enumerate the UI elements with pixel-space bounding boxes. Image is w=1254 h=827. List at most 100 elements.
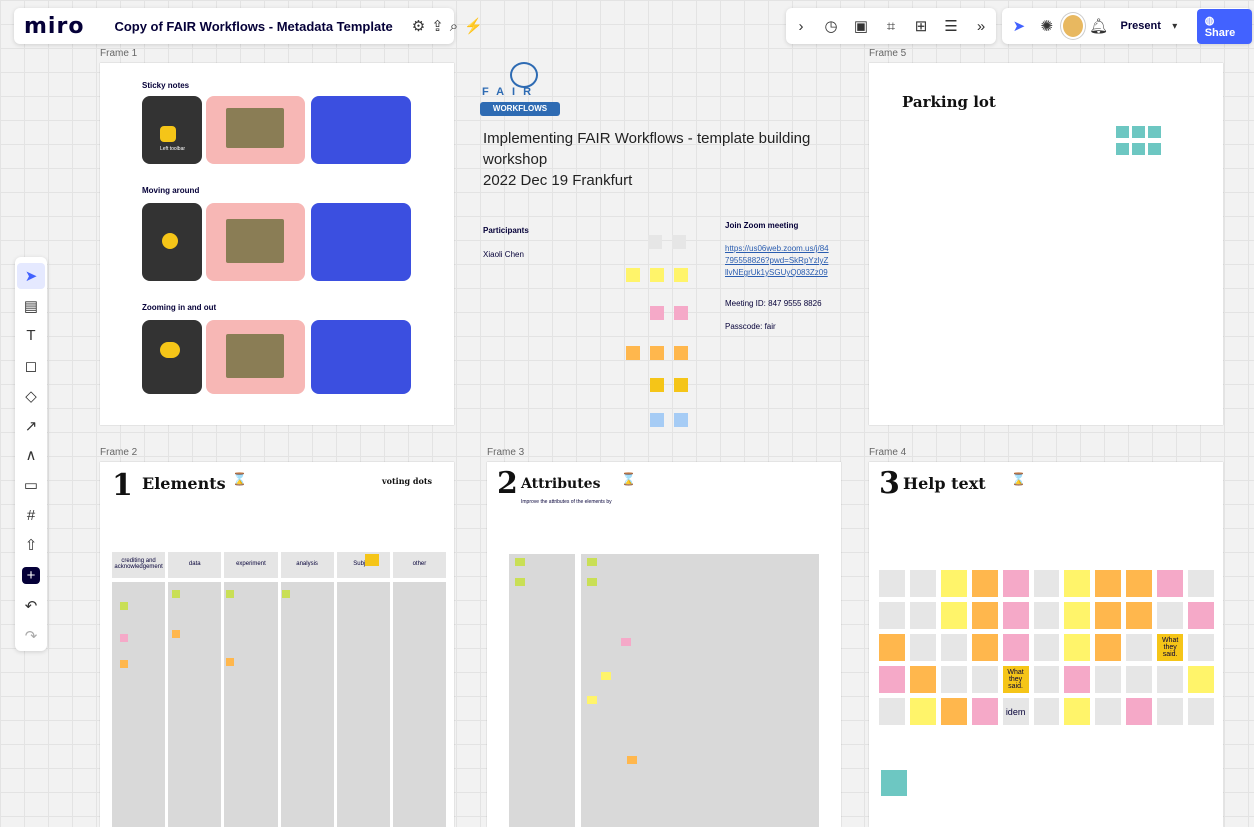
sticky-note[interactable] — [909, 602, 936, 629]
sticky-note[interactable] — [1064, 666, 1091, 693]
sticky-note[interactable] — [587, 578, 597, 586]
sticky-note[interactable] — [879, 634, 905, 661]
sticky-note[interactable] — [1033, 634, 1060, 661]
chevron-down-icon[interactable]: ▾ — [1164, 14, 1186, 38]
sticky-note[interactable] — [1126, 602, 1153, 629]
sticky-note[interactable] — [672, 235, 686, 249]
sticky-note[interactable] — [1126, 698, 1153, 725]
fair-workflows-logo[interactable]: FAIR WORKFLOWS — [480, 62, 564, 118]
sticky-note[interactable] — [971, 634, 998, 661]
sticky-note[interactable] — [587, 558, 597, 566]
sticky-note[interactable] — [1188, 698, 1214, 725]
sticky-note[interactable] — [1002, 602, 1029, 629]
sticky-note[interactable] — [674, 378, 688, 392]
sticky-note[interactable] — [172, 630, 180, 638]
sticky-note[interactable] — [120, 602, 128, 610]
sticky-note[interactable] — [1157, 570, 1184, 597]
sticky-note[interactable] — [1132, 126, 1145, 138]
sticky-note[interactable] — [226, 658, 234, 666]
sticky-note[interactable] — [587, 696, 597, 704]
sticky-note[interactable] — [881, 770, 907, 796]
frame-4[interactable]: 3 Help text ⌛ What they said. What they … — [869, 462, 1223, 827]
sticky-note[interactable] — [1095, 602, 1122, 629]
redo-icon[interactable]: ↷ — [17, 623, 45, 649]
sticky-note[interactable]: What they said. — [1157, 634, 1184, 661]
sticky-note[interactable] — [879, 698, 905, 725]
sticky-note[interactable] — [1157, 698, 1184, 725]
sticky-note[interactable] — [627, 756, 637, 764]
grid-icon[interactable]: ⊞ — [909, 14, 933, 38]
sticky-note[interactable] — [674, 268, 688, 282]
sticky-note[interactable]: What they said. — [1002, 666, 1029, 693]
sticky-note[interactable] — [1188, 634, 1214, 661]
select-tool-icon[interactable]: ➤ — [17, 263, 45, 289]
sticky-note[interactable] — [601, 672, 611, 680]
zoom-link[interactable]: https://us06web.zoom.us/j/84795558826?pw… — [725, 243, 829, 279]
sticky-note[interactable] — [1188, 570, 1214, 597]
sticky-note[interactable] — [1095, 698, 1122, 725]
miro-logo[interactable]: miro — [24, 14, 84, 39]
sticky-note[interactable] — [1116, 143, 1129, 155]
frame-label[interactable]: Frame 4 — [869, 447, 906, 458]
sticky-note[interactable] — [621, 638, 631, 646]
sticky-note[interactable] — [1002, 570, 1029, 597]
sticky-note[interactable] — [1033, 698, 1060, 725]
sticky-note[interactable] — [1188, 602, 1214, 629]
frame-icon[interactable]: # — [17, 502, 45, 528]
sticky-note[interactable] — [940, 570, 967, 597]
sticky-note[interactable] — [650, 268, 664, 282]
frame-2[interactable]: 1 Elements ⌛ voting dots crediting and a… — [100, 462, 454, 827]
sticky-note[interactable] — [120, 660, 128, 668]
cursor-icon[interactable]: ➤ — [1008, 14, 1030, 38]
frame-5[interactable]: Parking lot — [869, 63, 1223, 425]
sticky-note[interactable] — [879, 570, 905, 597]
sticky-note[interactable] — [1095, 570, 1122, 597]
sticky-note[interactable] — [1064, 570, 1091, 597]
add-more-icon[interactable]: + — [22, 567, 40, 585]
notes-icon[interactable]: ☰ — [939, 14, 963, 38]
undo-icon[interactable]: ↶ — [17, 593, 45, 619]
text-tool-icon[interactable]: T — [17, 323, 45, 349]
video-thumbnail[interactable] — [226, 219, 284, 263]
sticky-note[interactable] — [674, 413, 688, 427]
avatar[interactable] — [1060, 13, 1085, 39]
sticky-note[interactable] — [909, 666, 936, 693]
sticky-note[interactable] — [674, 306, 688, 320]
bell-icon[interactable]: 🔔︎ — [1088, 14, 1110, 38]
video-thumbnail[interactable] — [226, 108, 284, 148]
sticky-note[interactable] — [648, 235, 662, 249]
sticky-note[interactable] — [515, 558, 525, 566]
sticky-note[interactable] — [879, 666, 905, 693]
sticky-note[interactable] — [1126, 666, 1153, 693]
apps-icon[interactable]: ⚡ — [464, 14, 483, 38]
present-button[interactable]: Present — [1121, 20, 1161, 32]
settings-icon[interactable]: ⚙ — [412, 14, 425, 38]
sticky-note[interactable] — [1033, 570, 1060, 597]
board-title[interactable]: Copy of FAIR Workflows - Metadata Templa… — [114, 19, 392, 34]
sticky-note[interactable] — [365, 554, 379, 566]
sticky-note[interactable] — [1033, 666, 1060, 693]
more-icon[interactable]: » — [969, 14, 993, 38]
timer-icon[interactable]: ◷ — [819, 14, 843, 38]
sticky-note[interactable] — [1157, 666, 1184, 693]
search-icon[interactable]: ⌕ — [450, 14, 458, 38]
upload-icon[interactable]: ⇪ — [431, 14, 444, 38]
sticky-note[interactable] — [515, 578, 525, 586]
sticky-note[interactable] — [1132, 143, 1145, 155]
sticky-note[interactable] — [650, 346, 664, 360]
sticky-note[interactable] — [1148, 143, 1161, 155]
templates-icon[interactable]: ▤ — [17, 293, 45, 319]
sticky-note[interactable] — [1064, 634, 1091, 661]
frame-label[interactable]: Frame 1 — [100, 48, 137, 59]
sticky-note[interactable] — [971, 570, 998, 597]
connector-icon[interactable]: ↗ — [17, 413, 45, 439]
sticky-note-icon[interactable]: ◻ — [17, 353, 45, 379]
sticky-note[interactable] — [172, 590, 180, 598]
frame-1[interactable]: Sticky notes Left toolbar Moving around … — [100, 63, 454, 425]
sticky-note[interactable] — [971, 666, 998, 693]
comment-icon[interactable]: ▭ — [17, 472, 45, 498]
sticky-note[interactable] — [1188, 666, 1214, 693]
sticky-note[interactable] — [940, 634, 967, 661]
sticky-note[interactable] — [626, 268, 640, 282]
video-thumbnail[interactable] — [226, 334, 284, 378]
